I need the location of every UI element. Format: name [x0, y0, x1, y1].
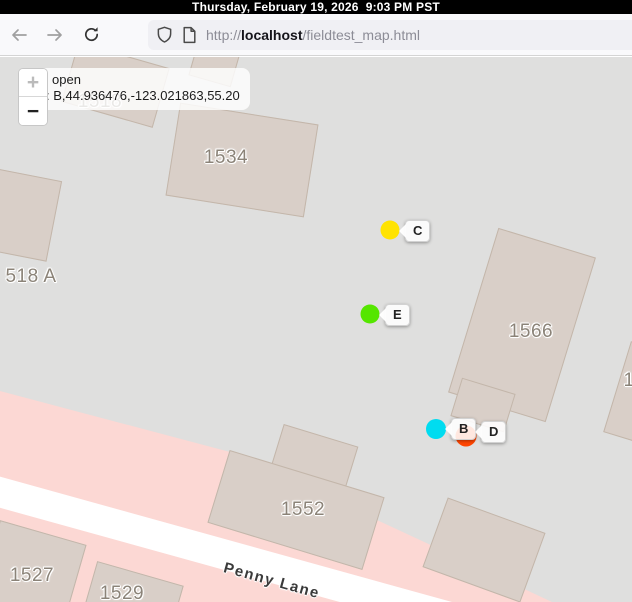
url-host: localhost [241, 27, 302, 43]
url-text: http://localhost/fieldtest_map.html [206, 27, 420, 43]
url-bar[interactable]: http://localhost/fieldtest_map.html [148, 20, 632, 50]
address-label-1552: 1552 [281, 499, 325, 521]
url-path: /fieldtest_map.html [303, 27, 421, 43]
address-label-1: 1 [623, 370, 632, 392]
status-line-open: open [52, 72, 81, 88]
zoom-out-button[interactable]: − [19, 97, 47, 125]
building-518a [0, 166, 62, 261]
status-panel: open : B,44.936476,-123.021863,55.20 [18, 68, 250, 110]
system-menu-bar: Thursday, February 19, 2026 9:03 PM PST [0, 0, 632, 14]
address-label-1534: 1534 [204, 147, 248, 169]
forward-button[interactable] [40, 20, 70, 50]
address-label-1566: 1566 [509, 321, 553, 343]
marker-dot-B[interactable] [426, 419, 446, 439]
url-scheme: http:// [206, 27, 241, 43]
reload-button[interactable] [76, 20, 106, 50]
map-canvas[interactable]: Penny Lane 15181534518 A1566115521527152… [0, 57, 632, 602]
forward-arrow-icon [46, 27, 64, 43]
marker-tooltip-E[interactable]: E [385, 304, 410, 326]
map-zoom-control: + − [18, 68, 48, 126]
reload-icon [83, 26, 100, 43]
marker-tooltip-C[interactable]: C [405, 220, 430, 242]
zoom-in-button[interactable]: + [19, 69, 47, 97]
back-button[interactable] [4, 20, 34, 50]
address-label-518-a: 518 A [5, 266, 56, 288]
marker-tooltip-B[interactable]: B [451, 418, 476, 440]
address-label-1527: 1527 [10, 565, 54, 587]
address-label-1529: 1529 [100, 583, 144, 602]
marker-tooltip-D[interactable]: D [481, 421, 506, 443]
back-arrow-icon [10, 27, 28, 43]
screen: Thursday, February 19, 2026 9:03 PM PST [0, 0, 632, 602]
page-info-icon[interactable] [182, 26, 206, 44]
marker-dot-E[interactable] [361, 305, 380, 324]
status-line-coordinates: : B,44.936476,-123.021863,55.20 [46, 88, 240, 104]
marker-dot-C[interactable] [381, 221, 400, 240]
system-clock: Thursday, February 19, 2026 9:03 PM PST [192, 0, 440, 14]
browser-toolbar: http://localhost/fieldtest_map.html [0, 14, 632, 56]
building-right-edge [603, 341, 632, 460]
shield-icon[interactable] [156, 26, 182, 44]
